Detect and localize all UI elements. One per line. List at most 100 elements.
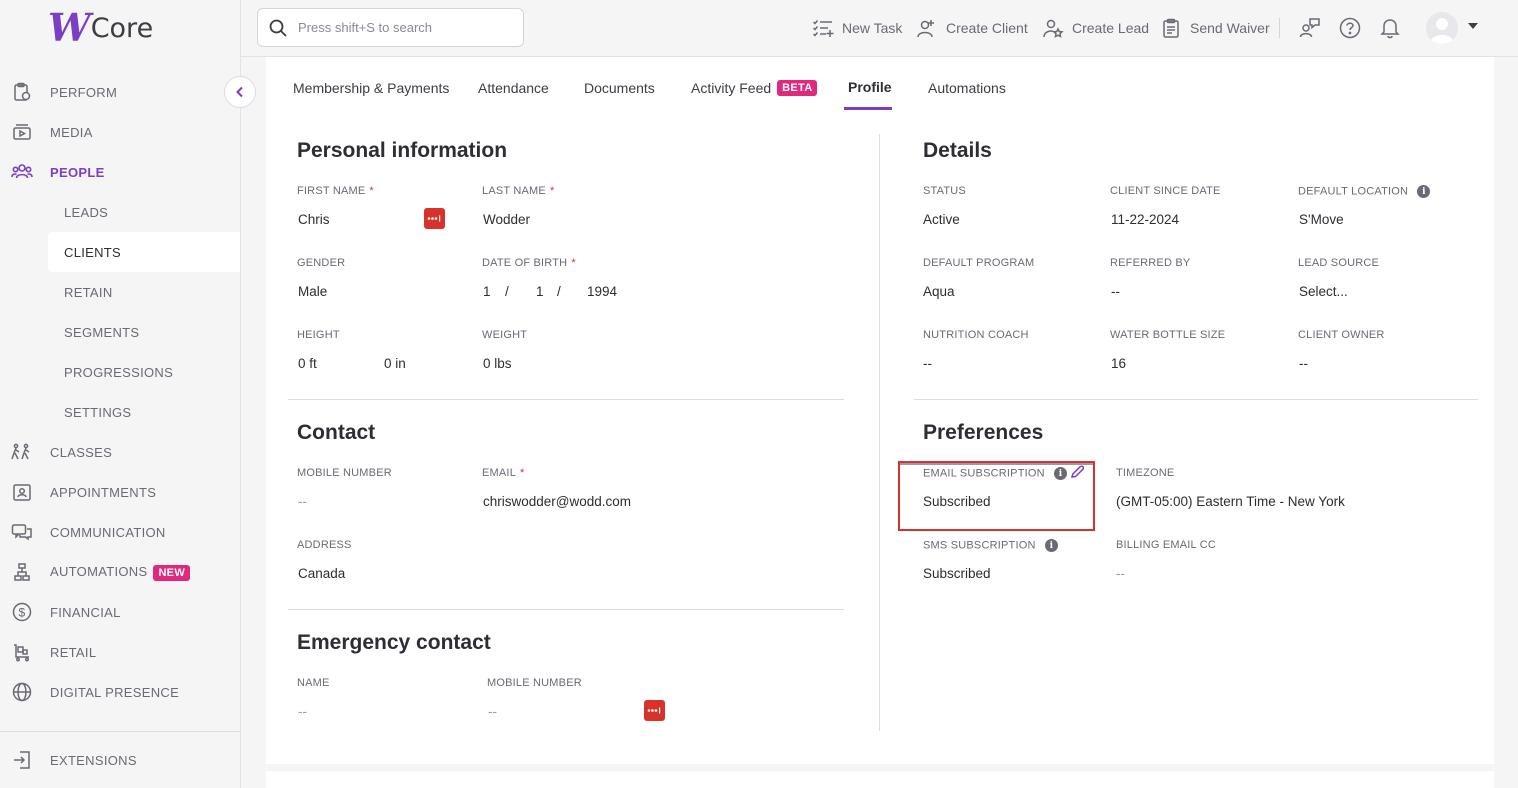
info-icon[interactable]: i	[1054, 467, 1068, 480]
create-client-button[interactable]: Create Client	[916, 16, 1028, 40]
nav-appointments[interactable]: APPOINTMENTS	[0, 472, 240, 512]
send-waiver-button[interactable]: Send Waiver	[1160, 16, 1270, 40]
nav-label: FINANCIAL	[50, 604, 121, 620]
gender-value[interactable]: Male	[298, 284, 327, 299]
chevron-left-icon	[236, 86, 243, 98]
sidebar-item-clients[interactable]: CLIENTS	[48, 232, 240, 272]
notifications-button[interactable]	[1378, 16, 1402, 40]
client-since-label: CLIENT SINCE DATE	[1110, 185, 1221, 197]
bell-icon	[1380, 19, 1400, 39]
nav-financial[interactable]: $ FINANCIAL	[0, 592, 240, 632]
billing-email-cc-value[interactable]: --	[1116, 566, 1125, 581]
dob-label-text: DATE OF BIRTH	[482, 257, 568, 269]
required-mark: *	[369, 185, 374, 197]
search-box[interactable]	[257, 8, 524, 47]
default-location-value[interactable]: S'Move	[1299, 212, 1344, 227]
tab-activity-feed[interactable]: Activity Feed BETA	[691, 77, 818, 99]
people-icon	[11, 161, 33, 183]
sidebar-item-leads[interactable]: LEADS	[48, 192, 240, 232]
nav-media[interactable]: MEDIA	[0, 112, 240, 152]
lead-star-icon	[1042, 17, 1064, 39]
help-button[interactable]	[1338, 16, 1362, 40]
sidebar-item-segments[interactable]: SEGMENTS	[48, 312, 240, 352]
referred-by-value[interactable]: --	[1111, 284, 1120, 299]
client-owner-value[interactable]: --	[1299, 356, 1308, 371]
mobile-number-value[interactable]: --	[298, 494, 307, 509]
nutrition-coach-value[interactable]: --	[923, 356, 932, 371]
logo-text: Core	[90, 12, 154, 44]
address-value[interactable]: Canada	[298, 566, 345, 581]
logo[interactable]: W Core	[48, 9, 154, 47]
last-name-value[interactable]: Wodder	[483, 212, 530, 227]
avatar[interactable]	[1426, 12, 1458, 44]
nav-extensions[interactable]: EXTENSIONS	[0, 740, 240, 780]
email-subscription-label: EMAIL SUBSCRIPTION i	[923, 467, 1068, 480]
height-ft-value[interactable]: 0 ft	[298, 356, 317, 371]
retail-icon	[11, 641, 33, 663]
tab-membership-payments[interactable]: Membership & Payments	[293, 77, 449, 99]
support-chat-icon	[1299, 18, 1320, 38]
dob-month[interactable]: 1	[483, 284, 491, 299]
sms-subscription-label: SMS SUBSCRIPTION i	[923, 539, 1058, 552]
client-since-value[interactable]: 11-22-2024	[1111, 212, 1179, 227]
height-in-value[interactable]: 0 in	[384, 356, 406, 371]
contact-title: Contact	[297, 421, 376, 444]
default-location-label-text: DEFAULT LOCATION	[1298, 185, 1409, 198]
personal-info-title: Personal information	[297, 139, 508, 162]
dob-year[interactable]: 1994	[587, 284, 617, 299]
emergency-mobile-value[interactable]: --	[488, 704, 497, 719]
tab-attendance[interactable]: Attendance	[478, 77, 549, 99]
info-icon[interactable]: i	[1044, 539, 1058, 552]
lead-source-select[interactable]: Select...	[1299, 284, 1348, 299]
emergency-name-value[interactable]: --	[298, 704, 307, 719]
collapse-sidebar-button[interactable]	[224, 76, 256, 108]
nav-people[interactable]: PEOPLE	[0, 152, 240, 192]
column-divider	[879, 134, 880, 731]
first-name-value[interactable]: Chris	[298, 212, 330, 227]
email-subscription-value[interactable]: Subscribed	[923, 494, 991, 509]
nav-retail[interactable]: RETAIL	[0, 632, 240, 672]
status-value[interactable]: Active	[923, 212, 960, 227]
dob-label: DATE OF BIRTH *	[482, 257, 576, 269]
password-manager-icon[interactable]	[644, 700, 665, 721]
account-menu-caret[interactable]	[1468, 23, 1478, 29]
nav-classes[interactable]: CLASSES	[0, 432, 240, 472]
tab-documents[interactable]: Documents	[584, 77, 655, 99]
nav-automations[interactable]: AUTOMATIONS NEW	[0, 552, 240, 592]
nav-label: APPOINTMENTS	[50, 484, 157, 500]
waiver-clipboard-icon	[1160, 17, 1182, 39]
weight-value[interactable]: 0 lbs	[483, 356, 512, 371]
globe-icon	[11, 681, 33, 703]
new-task-button[interactable]: New Task	[812, 16, 902, 40]
nav-communication[interactable]: COMMUNICATION	[0, 512, 240, 552]
tab-automations[interactable]: Automations	[928, 77, 1006, 99]
default-program-value[interactable]: Aqua	[923, 284, 955, 299]
email-value[interactable]: chriswodder@wodd.com	[483, 494, 631, 509]
support-chat-button[interactable]	[1298, 16, 1322, 40]
password-manager-icon[interactable]	[424, 208, 445, 229]
create-lead-button[interactable]: Create Lead	[1042, 16, 1149, 40]
search-input[interactable]	[298, 20, 518, 35]
info-icon[interactable]: i	[1417, 185, 1431, 198]
nutrition-coach-label: NUTRITION COACH	[923, 329, 1029, 341]
nav-digital-presence[interactable]: DIGITAL PRESENCE	[0, 672, 240, 712]
nav-label: RETAIL	[50, 644, 97, 660]
nav-perform[interactable]: PERFORM	[0, 72, 240, 112]
status-label: STATUS	[923, 185, 966, 197]
tab-profile[interactable]: Profile	[848, 76, 892, 98]
classes-icon	[11, 441, 33, 463]
water-bottle-value[interactable]: 16	[1111, 356, 1126, 371]
tab-bar: Membership & Payments Attendance Documen…	[266, 57, 1494, 111]
active-tab-indicator	[844, 107, 892, 110]
next-panel	[266, 771, 1494, 788]
beta-badge: BETA	[777, 80, 818, 96]
timezone-value[interactable]: (GMT-05:00) Eastern Time - New York	[1116, 494, 1345, 509]
dob-day[interactable]: 1	[536, 284, 544, 299]
sms-subscription-value[interactable]: Subscribed	[923, 566, 991, 581]
section-divider	[288, 609, 844, 610]
sidebar-item-progressions[interactable]: PROGRESSIONS	[48, 352, 240, 392]
nav-label: MEDIA	[50, 124, 93, 140]
sidebar-item-retain[interactable]: RETAIN	[48, 272, 240, 312]
edit-email-subscription-button[interactable]	[1070, 465, 1085, 484]
sidebar-item-settings[interactable]: SETTINGS	[48, 392, 240, 432]
